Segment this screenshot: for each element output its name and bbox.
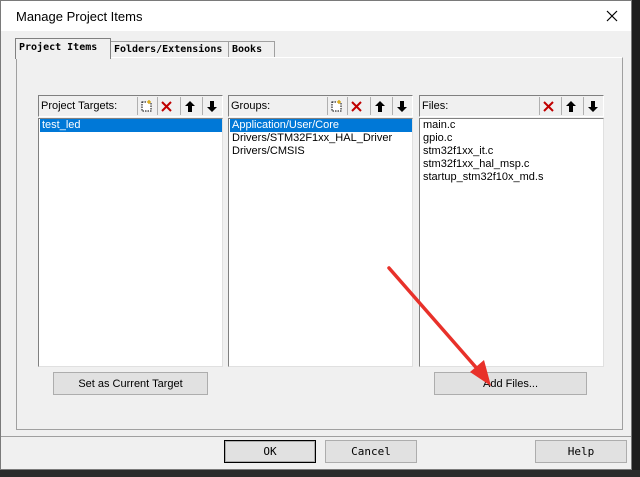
arrow-up-icon (565, 100, 576, 112)
move-target-down-button[interactable] (202, 97, 220, 115)
list-item[interactable]: stm32f1xx_hal_msp.c (421, 158, 603, 171)
delete-icon (351, 100, 362, 112)
arrow-up-icon (184, 100, 195, 112)
files-header: Files: (419, 95, 604, 117)
list-item[interactable]: test_led (40, 119, 222, 132)
taskbar-strip (0, 470, 640, 477)
files-title: Files: (422, 100, 449, 112)
cancel-button[interactable]: Cancel (325, 440, 417, 463)
move-file-up-button[interactable] (561, 97, 579, 115)
add-files-button[interactable]: Add Files... (434, 372, 587, 395)
title-bar: Manage Project Items (1, 1, 631, 31)
delete-file-button[interactable] (539, 97, 557, 115)
groups-list[interactable]: Application/User/Core Drivers/STM32F1xx_… (228, 118, 413, 367)
arrow-up-icon (374, 100, 385, 112)
background-strip (632, 0, 640, 477)
list-item[interactable]: stm32f1xx_it.c (421, 145, 603, 158)
tab-project-items[interactable]: Project Items (15, 38, 111, 59)
close-button[interactable] (599, 5, 625, 27)
list-item[interactable]: gpio.c (421, 132, 603, 145)
list-item[interactable]: Drivers/CMSIS (230, 145, 412, 158)
move-group-down-button[interactable] (392, 97, 410, 115)
list-item[interactable]: main.c (421, 119, 603, 132)
new-item-icon (331, 99, 342, 111)
delete-icon (543, 100, 554, 112)
files-pane: Files: main.c gpio.c stm32f1xx_it.c stm3… (419, 95, 604, 367)
project-targets-pane: Project Targets: test_led (38, 95, 223, 367)
set-current-target-button[interactable]: Set as Current Target (53, 372, 208, 395)
delete-target-button[interactable] (157, 97, 175, 115)
project-targets-title: Project Targets: (41, 100, 118, 112)
groups-header: Groups: (228, 95, 413, 117)
window-title: Manage Project Items (16, 9, 143, 24)
arrow-down-icon (396, 100, 407, 112)
move-file-down-button[interactable] (583, 97, 601, 115)
new-target-button[interactable] (137, 97, 155, 115)
move-group-up-button[interactable] (370, 97, 388, 115)
move-target-up-button[interactable] (180, 97, 198, 115)
project-targets-header: Project Targets: (38, 95, 223, 117)
list-item[interactable]: Drivers/STM32F1xx_HAL_Driver (230, 132, 412, 145)
project-targets-list[interactable]: test_led (38, 118, 223, 367)
new-item-icon (141, 99, 152, 111)
footer-divider (1, 436, 631, 437)
groups-pane: Groups: Application/User/Core Drivers/ST… (228, 95, 413, 367)
delete-group-button[interactable] (347, 97, 365, 115)
files-list[interactable]: main.c gpio.c stm32f1xx_it.c stm32f1xx_h… (419, 118, 604, 367)
close-icon (606, 10, 618, 22)
arrow-down-icon (587, 100, 598, 112)
new-group-button[interactable] (327, 97, 345, 115)
list-item[interactable]: startup_stm32f10x_md.s (421, 171, 603, 184)
help-button[interactable]: Help (535, 440, 627, 463)
list-item[interactable]: Application/User/Core (230, 119, 412, 132)
tab-folders-extensions[interactable]: Folders/Extensions (110, 41, 229, 58)
arrow-down-icon (206, 100, 217, 112)
manage-project-items-dialog: Manage Project Items Project Items Folde… (0, 0, 632, 470)
groups-title: Groups: (231, 100, 271, 112)
delete-icon (161, 100, 172, 112)
tab-books[interactable]: Books (228, 41, 275, 58)
ok-button[interactable]: OK (224, 440, 316, 463)
